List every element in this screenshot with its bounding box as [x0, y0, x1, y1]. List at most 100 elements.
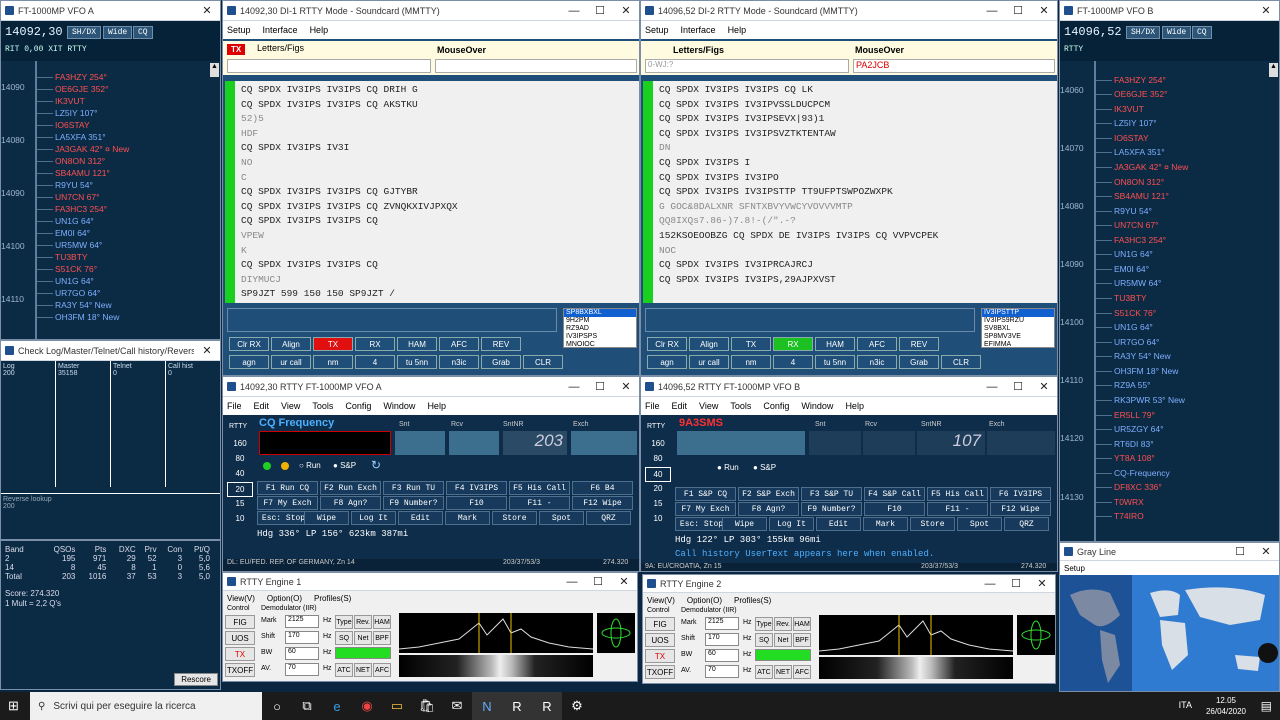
- engine-toggle-net[interactable]: NET: [774, 665, 792, 679]
- function-key-f12[interactable]: F12 Wipe: [990, 502, 1051, 516]
- menu-window[interactable]: Window: [383, 401, 415, 411]
- engine-side-button[interactable]: FIG: [645, 617, 675, 631]
- exch-input[interactable]: [571, 431, 637, 455]
- function-key-f5[interactable]: F5 His Call: [927, 487, 988, 501]
- band-button-80[interactable]: 80: [227, 452, 253, 467]
- mmtty-1-rx-text[interactable]: CQ SPDX IV3IPS IV3IPS CQ DRIH G CQ SPDX I…: [235, 81, 639, 303]
- bandmap-spot[interactable]: RA3Y 54° New: [55, 300, 112, 310]
- macro-button[interactable]: CLR: [941, 355, 981, 369]
- action-escstop[interactable]: Esc: Stop: [675, 517, 728, 531]
- action-spot[interactable]: Spot: [957, 517, 1002, 531]
- menu-interface[interactable]: Interface: [681, 25, 716, 35]
- action-qrz[interactable]: QRZ: [1004, 517, 1049, 531]
- callsign-list-item[interactable]: SV8BXL: [982, 325, 1054, 333]
- maximize-icon[interactable]: ☐: [587, 377, 613, 396]
- function-key-f6[interactable]: F6 IV3IPS: [990, 487, 1051, 501]
- bandmap-spot[interactable]: FA3HC3 254°: [55, 204, 107, 214]
- check-col-master[interactable]: Master 35158: [56, 361, 110, 487]
- mmtty-button-tx[interactable]: TX: [731, 337, 771, 351]
- action-store[interactable]: Store: [910, 517, 955, 531]
- engine-toggle-net[interactable]: NET: [354, 663, 372, 677]
- callsign-input[interactable]: [259, 431, 391, 455]
- bandmap-spot[interactable]: DF8XC 336°: [1114, 482, 1162, 492]
- mmtty-2-tx-entry[interactable]: [645, 308, 975, 332]
- bandmap-spot[interactable]: LZ5IY 107°: [1114, 118, 1156, 128]
- function-key-f2[interactable]: F2 S&P Exch: [738, 487, 799, 501]
- menu-setup[interactable]: Setup: [227, 25, 251, 35]
- engine-toggle-atc[interactable]: ATC: [755, 665, 773, 679]
- callsign-list-item[interactable]: 9H2PM: [564, 317, 636, 325]
- band-button-10[interactable]: 10: [227, 512, 253, 527]
- menu-profiles[interactable]: Profiles(S): [314, 594, 351, 603]
- engine-toggle-type[interactable]: Type: [755, 617, 773, 631]
- callsign-list-item[interactable]: IV3IPSTTP: [982, 309, 1054, 317]
- action-store[interactable]: Store: [492, 511, 537, 525]
- engine-toggle-ham[interactable]: HAM: [373, 615, 391, 629]
- bandmap-spot[interactable]: RT6DI 83°: [1114, 439, 1154, 449]
- bandmap-spot[interactable]: UN7CN 67°: [1114, 220, 1159, 230]
- close-icon[interactable]: ✕: [1253, 543, 1279, 560]
- function-key-f9[interactable]: F9 Number?: [383, 496, 444, 510]
- menu-help[interactable]: Help: [728, 25, 747, 35]
- function-key-f1[interactable]: F1 Run CQ: [257, 481, 318, 495]
- macro-button[interactable]: 4: [773, 355, 813, 369]
- function-key-f11[interactable]: F11 -: [927, 502, 988, 516]
- callsign-input[interactable]: [677, 431, 805, 455]
- bandmap-spot[interactable]: LA5XFA 351°: [55, 132, 106, 142]
- vfo-b-bandmap[interactable]: 14060 14070 14080 14090 14100 14110 14120 14130…: [1060, 61, 1270, 541]
- wide-button[interactable]: Wide: [1162, 26, 1192, 39]
- bandmap-spot[interactable]: TU3BTY: [55, 252, 88, 262]
- scroll-up-arrow-icon[interactable]: ▲: [210, 63, 219, 77]
- function-key-f8[interactable]: F8 Agn?: [738, 502, 799, 516]
- bandmap-spot[interactable]: T74IRO: [1114, 511, 1144, 521]
- refresh-icon[interactable]: ↻: [371, 458, 381, 472]
- engine-side-button[interactable]: TXOFF: [645, 665, 675, 679]
- bandmap-spot[interactable]: T0WRX: [1114, 497, 1144, 507]
- bandmap-spot[interactable]: ON8ON 312°: [1114, 177, 1164, 187]
- scroll-up-arrow-icon[interactable]: ▲: [1269, 63, 1278, 77]
- engine-side-button[interactable]: FIG: [225, 615, 255, 629]
- function-key-f5[interactable]: F5 His Call: [509, 481, 570, 495]
- band-button-15[interactable]: 15: [645, 497, 671, 512]
- close-icon[interactable]: ✕: [613, 377, 639, 396]
- callsign-list-item[interactable]: RZ9AD: [564, 325, 636, 333]
- action-logit[interactable]: Log It: [351, 511, 396, 525]
- bandmap-spot[interactable]: IK3VUT: [55, 96, 85, 106]
- bandmap-spot[interactable]: UR5MW 64°: [55, 240, 102, 250]
- engine-toggle-bpf[interactable]: BPF: [793, 633, 811, 647]
- bandmap-spot[interactable]: ER5LL 79°: [1114, 410, 1155, 420]
- function-key-f3[interactable]: F3 Run TU: [383, 481, 444, 495]
- function-key-f10[interactable]: F10: [864, 502, 925, 516]
- bandmap-spot[interactable]: FA3HZY 254°: [55, 72, 107, 82]
- bandmap-spot[interactable]: JA3GAK 42° ¤ New: [55, 144, 129, 154]
- task-view-icon[interactable]: ⧉: [292, 692, 322, 720]
- mouseover-field[interactable]: PA2JCB: [853, 59, 1055, 73]
- file-explorer-icon[interactable]: ▭: [382, 692, 412, 720]
- maximize-icon[interactable]: ☐: [587, 1, 613, 20]
- menu-window[interactable]: Window: [801, 401, 833, 411]
- callsign-list-item[interactable]: IV3IPS9RZU: [982, 317, 1054, 325]
- menu-profiles[interactable]: Profiles(S): [734, 596, 771, 605]
- windows-start-icon[interactable]: ⊞: [8, 699, 22, 713]
- bandmap-spot[interactable]: EM0I 64°: [1114, 264, 1149, 274]
- bandmap-spot[interactable]: RK3PWR 53° New: [1114, 395, 1185, 405]
- bandmap-spot[interactable]: OH3FM 18° New: [1114, 366, 1178, 376]
- function-key-f6[interactable]: F6 B4: [572, 481, 633, 495]
- store-icon[interactable]: 🛍: [412, 692, 442, 720]
- bandmap-spot[interactable]: FA3HC3 254°: [1114, 235, 1166, 245]
- engine-side-button[interactable]: TXOFF: [225, 663, 255, 677]
- band-button-40[interactable]: 40: [645, 467, 671, 482]
- rcv-input[interactable]: [449, 431, 499, 455]
- vfo-a-bandmap[interactable]: 14090 14080 14090 14100 14110 FA3HZY 254° OE6G…: [1, 61, 211, 339]
- function-key-f12[interactable]: F12 Wipe: [572, 496, 633, 510]
- bandmap-spot[interactable]: S51CK 76°: [55, 264, 97, 274]
- bandmap-spot[interactable]: JA3GAK 42° ¤ New: [1114, 162, 1188, 172]
- mmtty-button-align[interactable]: Align: [271, 337, 311, 351]
- close-icon[interactable]: ✕: [1253, 1, 1279, 20]
- snt-input[interactable]: [809, 431, 861, 455]
- bandmap-spot[interactable]: FA3HZY 254°: [1114, 75, 1166, 85]
- bandmap-spot[interactable]: UN7CN 67°: [55, 192, 100, 202]
- band-button-15[interactable]: 15: [227, 497, 253, 512]
- menu-file[interactable]: File: [645, 401, 660, 411]
- menu-help[interactable]: Help: [310, 25, 329, 35]
